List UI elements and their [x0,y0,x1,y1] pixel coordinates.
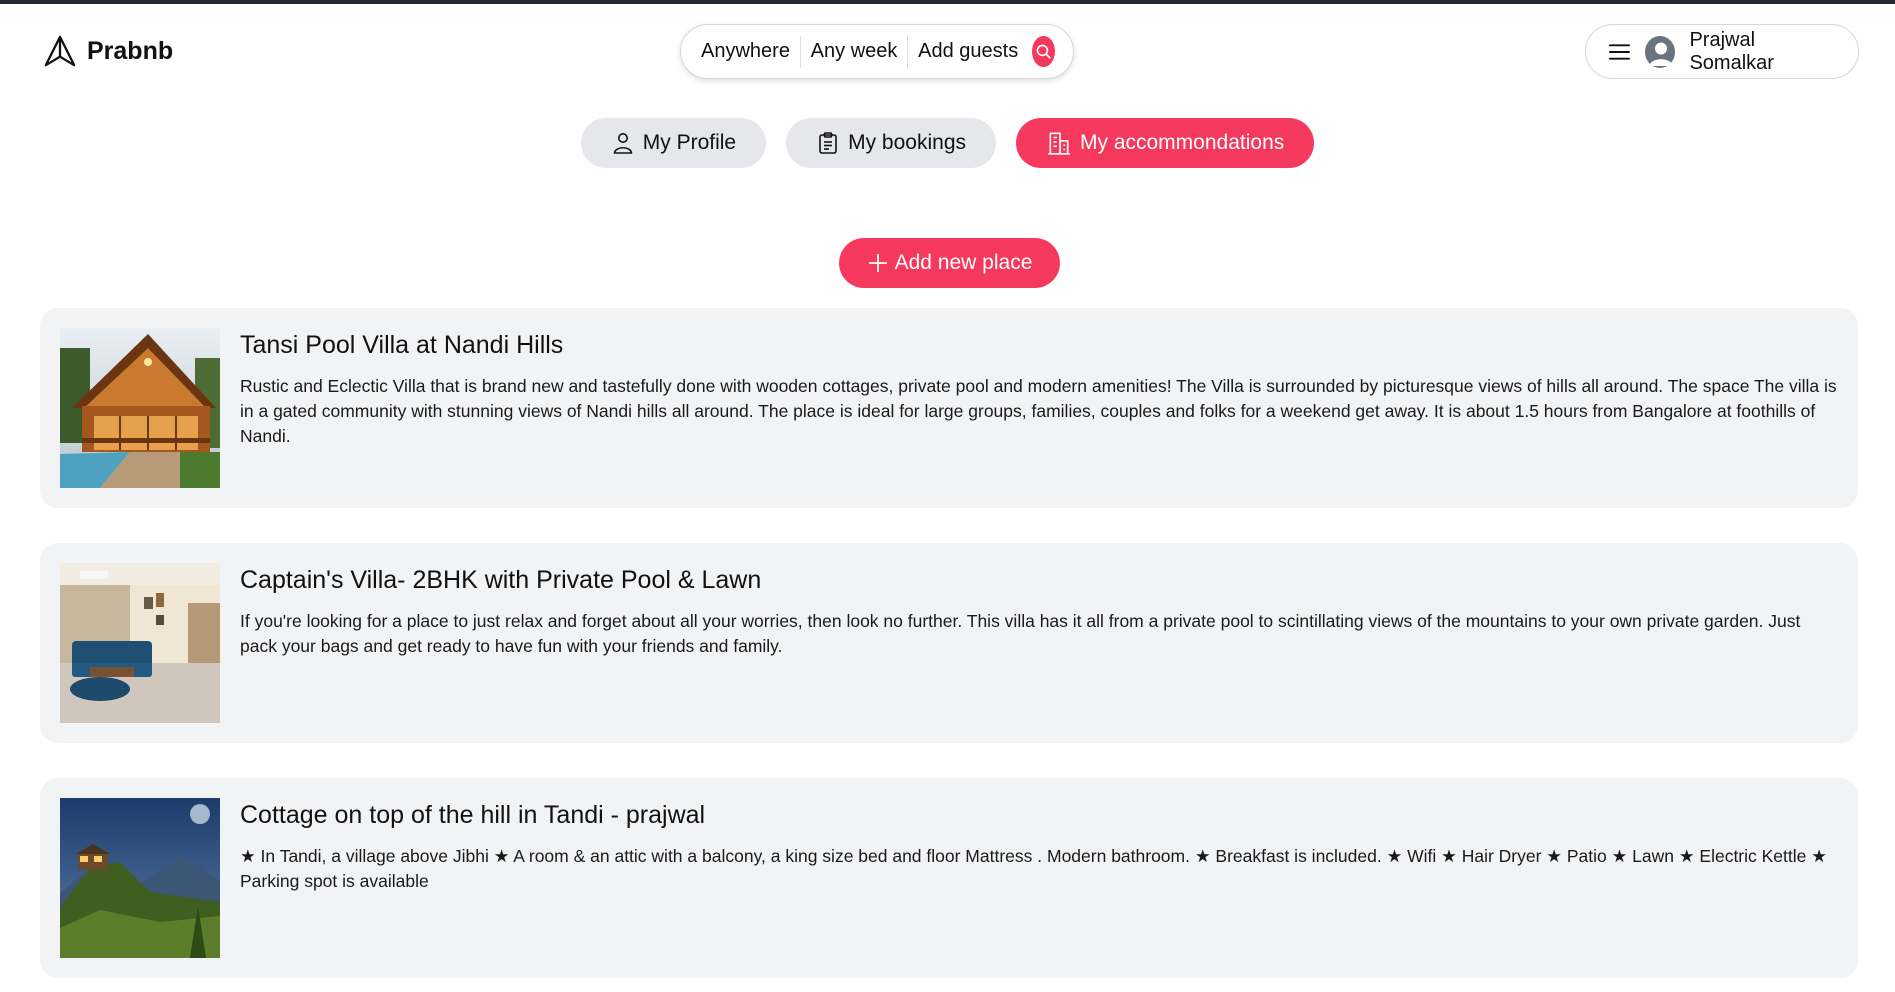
logo[interactable]: Prabnb [43,33,173,69]
clipboard-icon [819,132,837,154]
tab-label: My accommondations [1080,131,1285,154]
tab-my-profile[interactable]: My Profile [580,118,767,168]
building-icon [1048,132,1070,155]
place-photo [60,563,220,723]
search-button[interactable] [1032,36,1055,67]
app-name: Prabnb [87,36,174,65]
add-new-place-button[interactable]: Add new place [839,238,1060,288]
person-icon [613,133,633,154]
search-guests[interactable]: Add guests [908,40,1028,63]
tab-my-accommodations[interactable]: My accommondations [1016,118,1315,168]
place-card[interactable]: Cottage on top of the hill in Tandi - pr… [40,778,1858,978]
avatar [1644,35,1676,68]
place-title: Tansi Pool Villa at Nandi Hills [240,331,564,359]
user-avatar-icon [1648,42,1673,66]
tab-my-bookings[interactable]: My bookings [786,118,996,168]
paper-plane-icon [44,35,76,67]
account-tabs: My Profile My bookings My accommondation… [0,118,1895,168]
tab-label: My Profile [642,131,737,154]
add-new-place-label: Add new place [894,251,1033,274]
place-description: Rustic and Eclectic Villa that is brand … [240,376,1837,446]
user-menu-button[interactable]: Prajwal Somalkar [1585,24,1859,79]
place-card[interactable]: Tansi Pool Villa at Nandi Hills Rustic a… [40,308,1858,508]
search-bar[interactable]: Anywhere Any week Add guests [680,24,1074,79]
search-when[interactable]: Any week [801,40,908,63]
hamburger-menu-icon [1608,43,1630,60]
place-photo [60,798,220,958]
tab-label: My bookings [848,131,966,154]
user-name: Prajwal Somalkar [1689,28,1774,74]
search-where[interactable]: Anywhere [701,40,800,63]
window-top-strip [0,0,1895,4]
place-card[interactable]: Captain's Villa- 2BHK with Private Pool … [40,543,1858,743]
search-icon [1036,44,1051,59]
place-title: Cottage on top of the hill in Tandi - pr… [240,801,706,829]
place-photo [60,328,220,488]
place-title: Captain's Villa- 2BHK with Private Pool … [240,566,762,594]
place-description: ★ In Tandi, a village above Jibhi ★ A ro… [240,846,1827,891]
plus-icon [868,253,887,273]
place-description: If you're looking for a place to just re… [240,611,1801,656]
